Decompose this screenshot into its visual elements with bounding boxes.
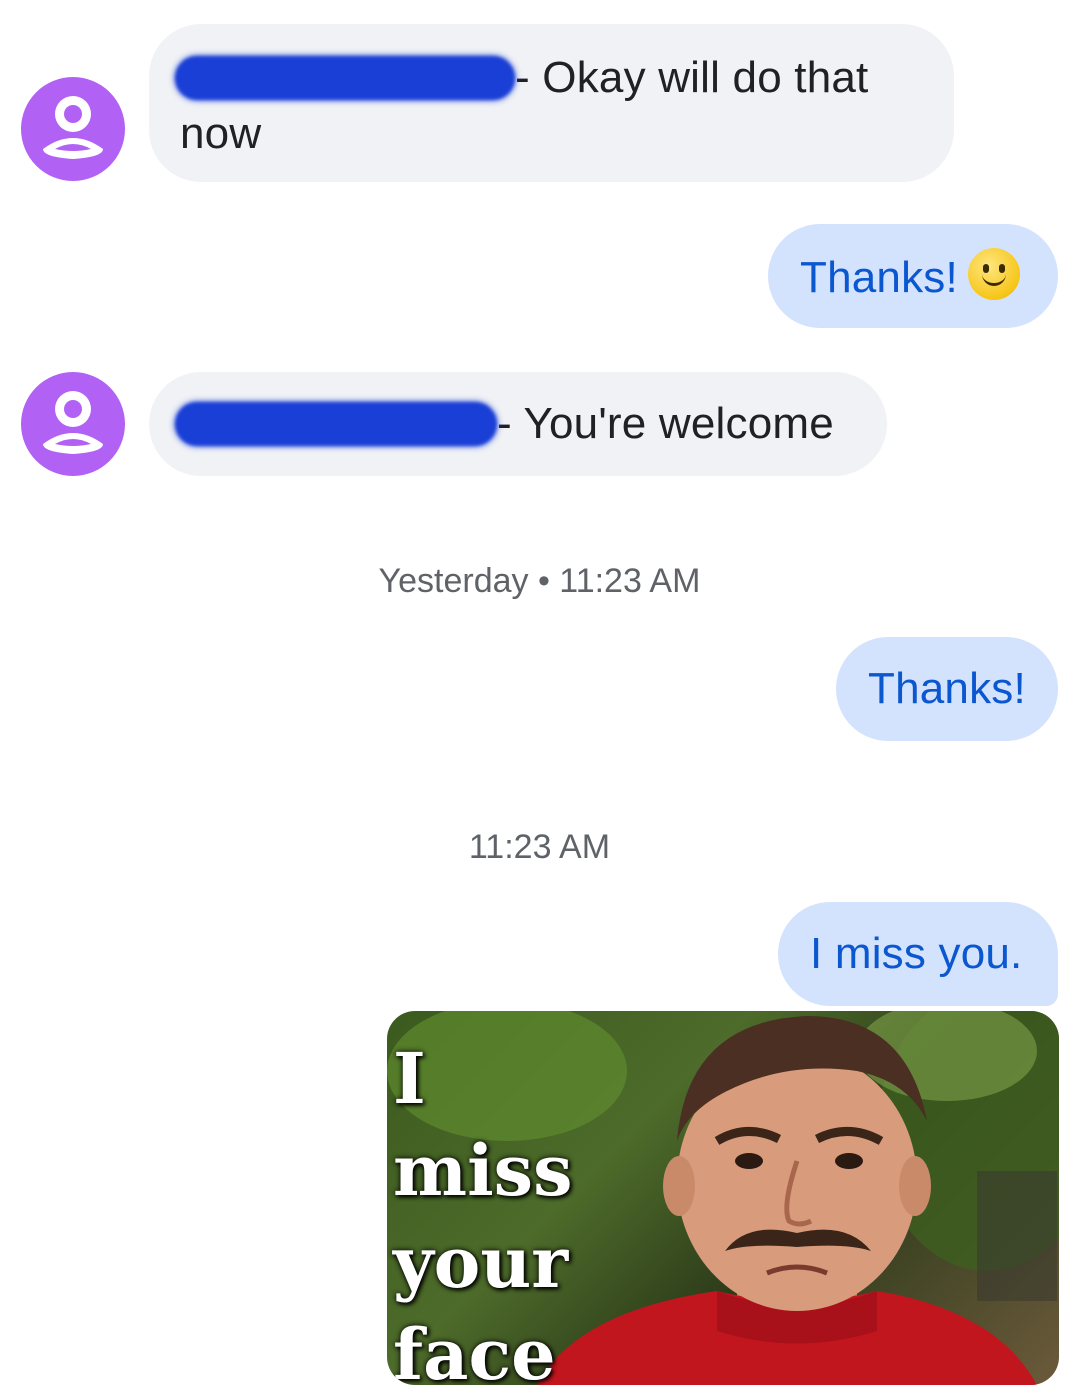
message-text: I miss you.: [810, 929, 1023, 978]
message-text: Thanks!: [868, 664, 1026, 713]
slightly-smiling-face-icon: [967, 248, 1020, 300]
incoming-message-bubble[interactable]: - Okay will do that now: [149, 24, 954, 182]
message-text: - You're welcome: [497, 399, 834, 448]
outgoing-message-bubble[interactable]: Thanks!: [768, 224, 1058, 328]
person-icon: [43, 391, 103, 454]
gif-caption: I miss your face: [393, 1037, 573, 1385]
person-icon: [43, 96, 103, 159]
message-text-line2: now: [180, 109, 262, 158]
outgoing-message-bubble[interactable]: I miss you.: [778, 902, 1058, 1006]
conversation-thread: - Okay will do that now Thanks! - You're…: [0, 0, 1079, 1396]
contact-avatar[interactable]: [21, 372, 125, 476]
contact-avatar[interactable]: [21, 77, 125, 181]
message-text: Thanks!: [800, 253, 958, 302]
incoming-message-bubble[interactable]: - You're welcome: [149, 372, 887, 476]
message-text-line1: - Okay will do that: [515, 53, 869, 102]
redacted-sender: [175, 402, 497, 446]
redacted-sender: [175, 56, 515, 100]
timestamp: Yesterday • 11:23 AM: [378, 562, 701, 600]
outgoing-message-bubble[interactable]: Thanks!: [836, 637, 1058, 741]
timestamp: 11:23 AM: [468, 828, 611, 866]
gif-attachment[interactable]: I miss your face: [387, 1011, 1059, 1385]
